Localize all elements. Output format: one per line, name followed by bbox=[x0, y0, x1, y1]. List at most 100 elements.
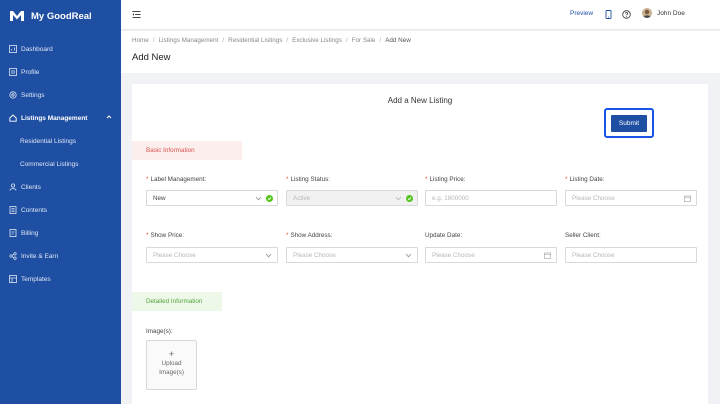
sidebar-item-label: Listings Management bbox=[21, 114, 88, 122]
listing-date-label: * Listing Date: bbox=[565, 176, 605, 183]
help-icon[interactable] bbox=[622, 10, 631, 19]
sidebar-item-billing[interactable]: Billing bbox=[0, 225, 121, 241]
breadcrumb-separator: / bbox=[379, 37, 382, 44]
avatar[interactable] bbox=[642, 8, 652, 18]
seller-client-select[interactable]: Please Choose bbox=[565, 247, 697, 263]
listing-status-select: Active bbox=[286, 190, 418, 206]
top-bar: Preview John Doe bbox=[121, 0, 720, 30]
section-basic-information: Basic Information bbox=[132, 141, 242, 160]
breadcrumb-separator: / bbox=[345, 37, 348, 44]
images-label: Image(s): bbox=[146, 328, 173, 335]
label-management-label: * Label Management: bbox=[146, 176, 207, 183]
sidebar-item-label: Commercial Listings bbox=[20, 160, 79, 168]
sidebar-item-contents[interactable]: Contents bbox=[0, 202, 121, 218]
plus-icon: + bbox=[168, 349, 175, 359]
required-asterisk: * bbox=[286, 232, 289, 239]
logo[interactable]: My GoodReal bbox=[9, 9, 92, 23]
listing-price-input[interactable]: e.g. 1800000 bbox=[425, 190, 557, 206]
sidebar-item-label: Dashboard bbox=[21, 45, 53, 53]
label-management-value: New bbox=[153, 194, 166, 202]
breadcrumb-exclusive-listings[interactable]: Exclusive Listings bbox=[292, 37, 342, 44]
app-name: My GoodReal bbox=[31, 10, 92, 22]
sidebar: My GoodReal Dashboard Profile Settings L… bbox=[0, 0, 121, 404]
page-header: Home / Listings Management / Residential Lis… bbox=[121, 31, 720, 73]
sidebar-item-label: Contents bbox=[21, 206, 48, 214]
breadcrumb-residential-listings[interactable]: Residential Listings bbox=[228, 37, 282, 44]
listing-price-label: * Listing Price: bbox=[425, 176, 466, 183]
breadcrumb-for-sale[interactable]: For Sale bbox=[352, 37, 376, 44]
check-circle-icon bbox=[406, 195, 413, 202]
breadcrumb-listings-management[interactable]: Listings Management bbox=[159, 37, 219, 44]
sidebar-item-commercial-listings[interactable]: Commercial Listings bbox=[20, 157, 79, 171]
preview-link[interactable]: Preview bbox=[570, 10, 593, 17]
breadcrumb-separator: / bbox=[152, 37, 155, 44]
chevron-up-icon bbox=[106, 115, 112, 119]
update-date-placeholder: Please Choose bbox=[432, 251, 475, 259]
clients-icon bbox=[8, 183, 17, 192]
templates-icon bbox=[8, 275, 17, 284]
chevron-down-icon bbox=[265, 253, 272, 258]
required-asterisk: * bbox=[146, 176, 149, 183]
sidebar-item-profile[interactable]: Profile bbox=[0, 64, 121, 80]
home-icon bbox=[8, 114, 17, 123]
mobile-icon[interactable] bbox=[604, 10, 613, 19]
user-avatar-icon bbox=[643, 9, 651, 18]
dashboard-icon bbox=[8, 45, 17, 54]
logo-mark-icon bbox=[10, 11, 24, 21]
sidebar-item-label: Templates bbox=[21, 275, 51, 283]
listing-price-placeholder: e.g. 1800000 bbox=[432, 194, 469, 202]
required-asterisk: * bbox=[146, 232, 149, 239]
submit-button[interactable]: Submit bbox=[611, 115, 647, 132]
sidebar-item-clients[interactable]: Clients bbox=[0, 179, 121, 195]
sidebar-item-label: Invite & Earn bbox=[21, 252, 59, 260]
listing-date-placeholder: Please Choose bbox=[572, 194, 615, 202]
breadcrumb-home[interactable]: Home bbox=[132, 37, 149, 44]
seller-client-placeholder: Please Choose bbox=[572, 251, 615, 259]
show-address-select[interactable]: Please Choose bbox=[286, 247, 418, 263]
chevron-down-icon bbox=[395, 196, 402, 201]
show-address-placeholder: Please Choose bbox=[293, 251, 336, 259]
form-title: Add a New Listing bbox=[387, 96, 453, 105]
sidebar-item-label: Settings bbox=[21, 91, 45, 99]
sidebar-item-settings[interactable]: Settings bbox=[0, 87, 121, 103]
seller-client-label: Seller Client: bbox=[565, 232, 601, 239]
calendar-icon bbox=[684, 195, 691, 202]
upload-images-label: Upload Image(s) bbox=[159, 360, 184, 376]
upload-images-button[interactable]: + Upload Image(s) bbox=[146, 340, 197, 390]
settings-icon bbox=[8, 91, 17, 100]
user-name[interactable]: John Doe bbox=[657, 10, 685, 17]
required-asterisk: * bbox=[425, 176, 428, 183]
check-circle-icon bbox=[266, 195, 273, 202]
section-detailed-information: Detailed Information bbox=[132, 292, 222, 311]
show-address-label: * Show Address: bbox=[286, 232, 333, 239]
sidebar-item-dashboard[interactable]: Dashboard bbox=[0, 41, 121, 57]
required-asterisk: * bbox=[286, 176, 289, 183]
sidebar-item-label: Profile bbox=[21, 68, 40, 76]
chevron-down-icon bbox=[255, 196, 262, 201]
breadcrumb-separator: / bbox=[286, 37, 289, 44]
sidebar-item-label: Billing bbox=[21, 229, 39, 237]
profile-icon bbox=[8, 68, 17, 77]
calendar-icon bbox=[544, 252, 551, 259]
sidebar-item-listings-management[interactable]: Listings Management bbox=[0, 110, 121, 126]
sidebar-item-templates[interactable]: Templates bbox=[0, 271, 121, 287]
listing-date-picker[interactable]: Please Choose bbox=[565, 190, 697, 206]
sidebar-item-label: Residential Listings bbox=[20, 137, 77, 145]
show-price-placeholder: Please Choose bbox=[153, 251, 196, 259]
label-management-select[interactable]: New bbox=[146, 190, 278, 206]
listing-status-label: * Listing Status: bbox=[286, 176, 331, 183]
billing-icon bbox=[8, 229, 17, 238]
sidebar-item-residential-listings[interactable]: Residential Listings bbox=[20, 134, 76, 148]
menu-fold-icon[interactable] bbox=[132, 10, 141, 19]
show-price-label: * Show Price: bbox=[146, 232, 185, 239]
update-date-label: Update Date: bbox=[425, 232, 463, 239]
page-title: Add New bbox=[132, 52, 171, 63]
listing-status-value: Active bbox=[293, 194, 311, 202]
update-date-picker[interactable]: Please Choose bbox=[425, 247, 557, 263]
breadcrumb: Home / Listings Management / Residential Lis… bbox=[132, 37, 411, 44]
breadcrumb-separator: / bbox=[222, 37, 225, 44]
required-asterisk: * bbox=[565, 176, 568, 183]
sidebar-item-invite-earn[interactable]: Invite & Earn bbox=[0, 248, 121, 264]
show-price-select[interactable]: Please Choose bbox=[146, 247, 278, 263]
contents-icon bbox=[8, 206, 17, 215]
